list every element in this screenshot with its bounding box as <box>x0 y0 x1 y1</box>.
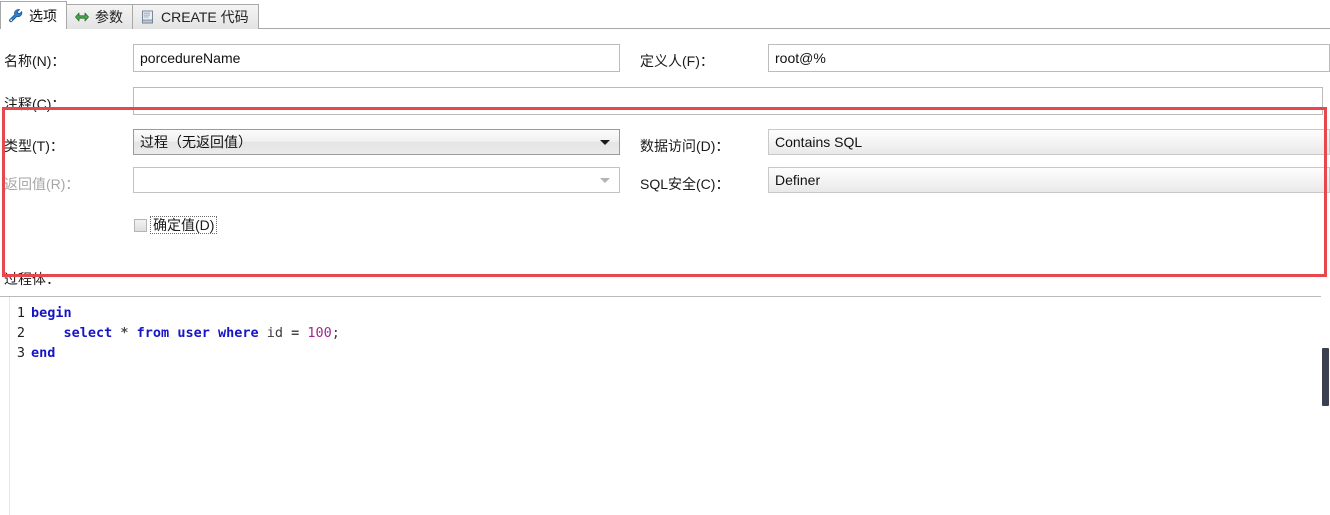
code-token: from <box>136 325 178 341</box>
type-combobox-value: 过程（无返回值） <box>140 134 252 150</box>
name-input[interactable]: porcedureName <box>133 44 620 72</box>
code-token: 100 <box>307 325 332 341</box>
return-value-label: 返回值(R)： <box>4 176 80 192</box>
sql-security-label: SQL安全(C)： <box>640 176 730 192</box>
options-form: 名称(N)： porcedureName 定义人(F)： root@% 注释(C… <box>0 29 1330 277</box>
tab-options[interactable]: 选项 <box>0 1 67 29</box>
deterministic-checkbox[interactable] <box>134 218 147 232</box>
wrench-icon <box>8 8 24 24</box>
deterministic-label[interactable]: 确定值(D) <box>150 216 218 234</box>
chevron-down-icon-disabled <box>600 178 610 183</box>
tab-create-code-label: CREATE 代码 <box>161 9 249 25</box>
procedure-body-label: 过程体： <box>4 271 60 287</box>
deterministic-checkbox-row[interactable]: 确定值(D) <box>134 216 218 234</box>
line-number: 3 <box>16 345 25 361</box>
scrollbar-thumb[interactable] <box>1322 348 1329 406</box>
sql-security-combobox[interactable]: Definer <box>768 167 1330 193</box>
tab-parameters-label: 参数 <box>95 9 123 25</box>
definer-input[interactable]: root@% <box>768 44 1330 72</box>
sql-code-content: 1 begin 2 select * from user where id = 10… <box>11 303 340 363</box>
type-label: 类型(T)： <box>4 138 64 154</box>
double-arrow-icon <box>74 9 90 25</box>
data-access-combobox[interactable]: Contains SQL <box>768 129 1330 155</box>
code-token: where <box>217 325 267 341</box>
sql-security-combobox-value: Definer <box>775 172 821 188</box>
return-value-combobox[interactable] <box>133 167 620 193</box>
editor-vertical-scrollbar[interactable] <box>1321 296 1330 515</box>
code-token: ; <box>331 325 340 341</box>
comment-input[interactable] <box>133 87 1323 115</box>
tab-bar: 选项 参数 CREATE 代码 <box>0 0 1330 29</box>
code-token: end <box>31 345 56 361</box>
tab-create-code[interactable]: CREATE 代码 <box>132 4 259 29</box>
tab-options-label: 选项 <box>29 7 57 24</box>
code-token: select <box>31 325 121 341</box>
code-line: 1 begin <box>11 303 340 323</box>
code-line: 2 select * from user where id = 100; <box>11 323 340 343</box>
sql-code-editor[interactable]: 1 begin 2 select * from user where id = 10… <box>0 296 1330 515</box>
code-line: 3 end <box>11 343 340 363</box>
line-number: 1 <box>16 305 25 321</box>
name-label: 名称(N)： <box>4 53 66 69</box>
comment-label: 注释(C)： <box>4 96 66 112</box>
code-token: = <box>291 325 308 341</box>
definer-label: 定义人(F)： <box>640 53 714 69</box>
code-token: * <box>120 325 137 341</box>
data-access-label: 数据访问(D)： <box>640 138 730 154</box>
document-icon <box>140 9 156 25</box>
code-token: begin <box>31 305 72 321</box>
procedure-editor-dialog: 选项 参数 CREATE 代码 名称(N)： porcedureName 定义人… <box>0 0 1330 515</box>
line-number: 2 <box>16 325 25 341</box>
code-token: user <box>177 325 218 341</box>
chevron-down-icon <box>600 140 610 145</box>
type-combobox[interactable]: 过程（无返回值） <box>133 129 620 155</box>
data-access-combobox-value: Contains SQL <box>775 134 863 150</box>
gutter-divider <box>9 297 10 515</box>
tab-parameters[interactable]: 参数 <box>66 4 133 29</box>
code-token: id <box>266 325 292 341</box>
tab-list: 选项 参数 CREATE 代码 <box>0 1 259 29</box>
